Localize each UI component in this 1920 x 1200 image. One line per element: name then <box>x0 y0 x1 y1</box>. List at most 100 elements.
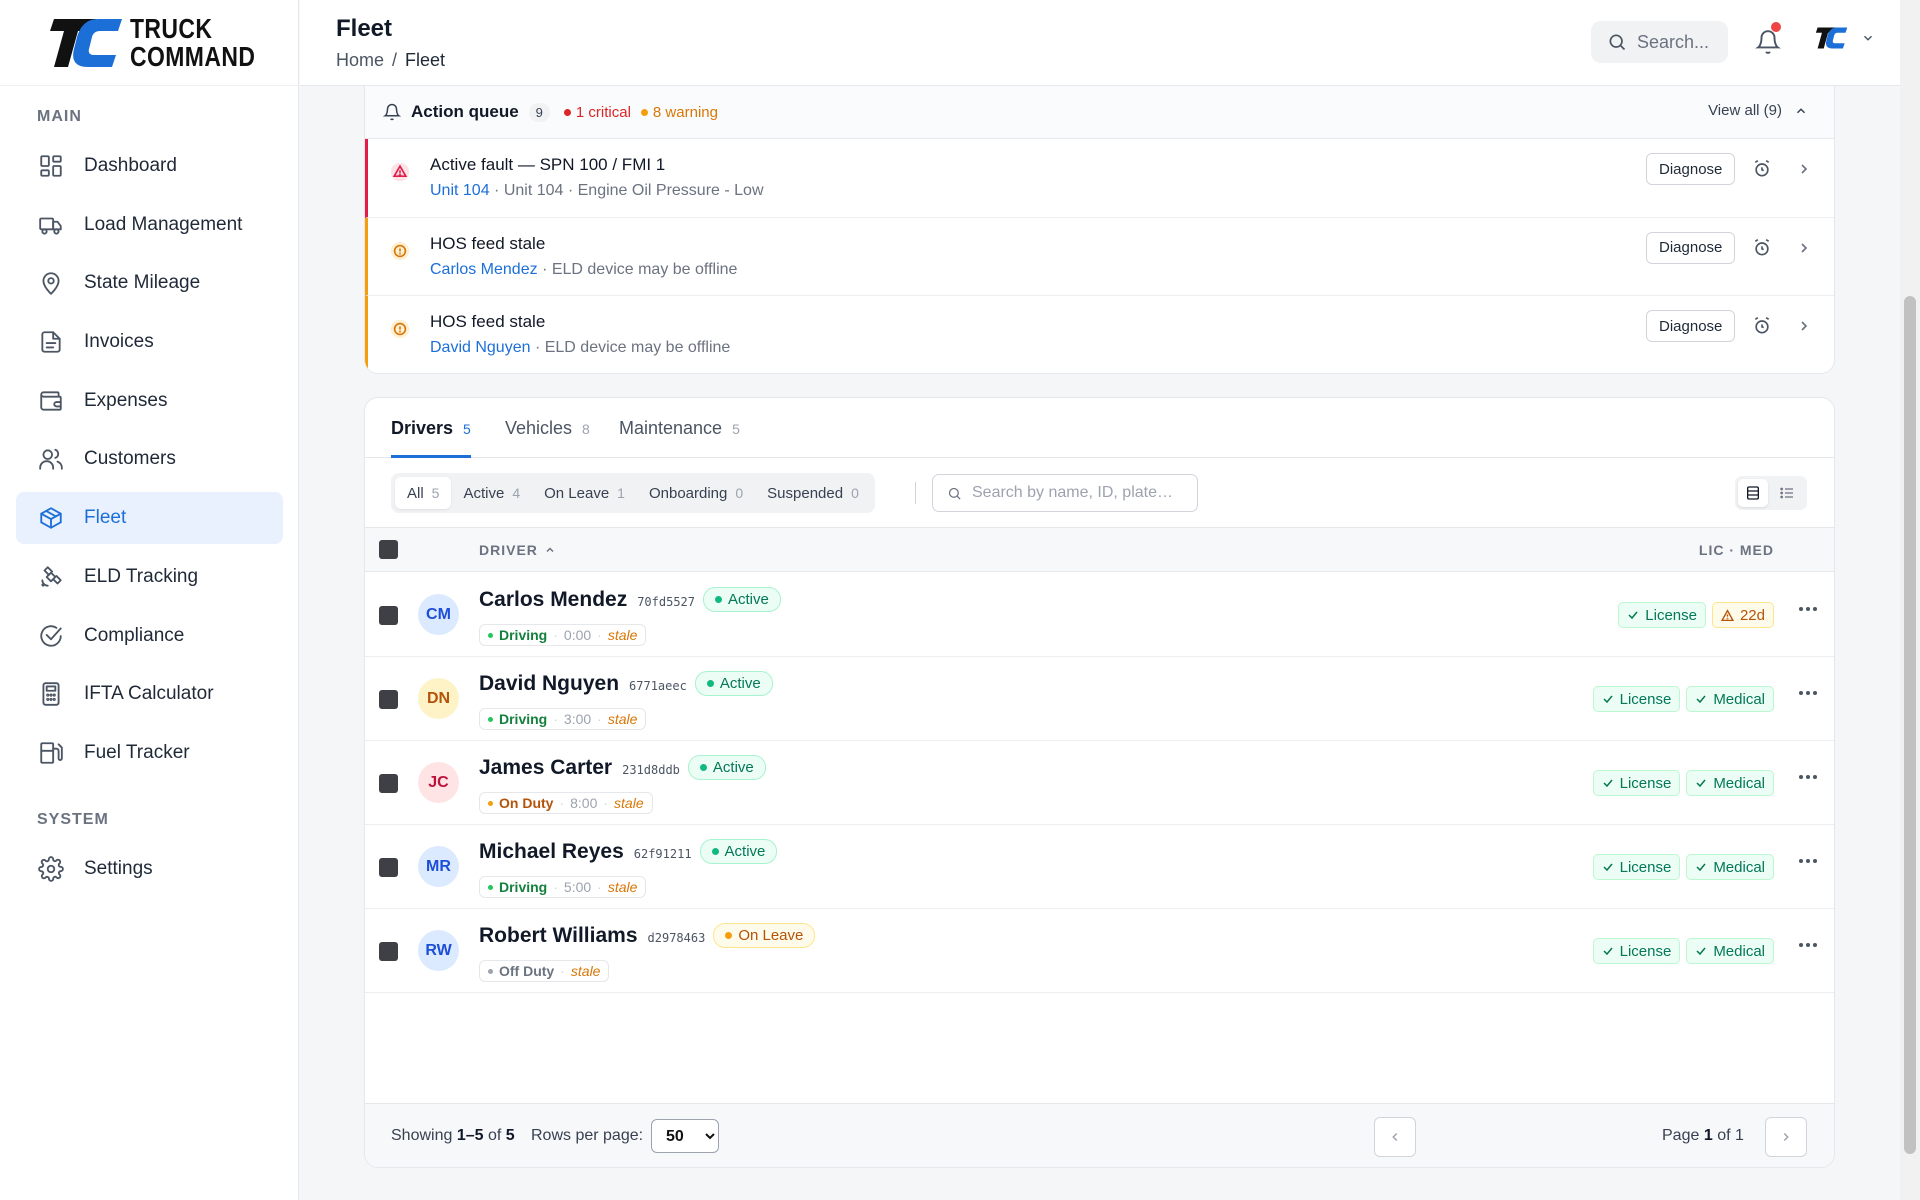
page-scrollbar-thumb[interactable] <box>1904 296 1916 1154</box>
chevron-right-icon <box>1783 1132 1789 1142</box>
sidebar-item-label: Fleet <box>84 507 127 529</box>
check-icon <box>1603 695 1613 704</box>
sidebar-item-ifta-calculator[interactable]: IFTA Calculator <box>16 668 283 720</box>
driver-id: 62f91211 <box>633 847 692 861</box>
sidebar-item-fleet[interactable]: Fleet <box>16 492 283 545</box>
filter-label: On Leave <box>544 484 610 502</box>
action-queue-item[interactable]: Active fault — SPN 100 / FMI 1 Unit 104 … <box>365 139 1834 218</box>
user-menu-button[interactable] <box>1815 24 1875 52</box>
sidebar-item-invoices[interactable]: Invoices <box>16 316 283 368</box>
action-item-link[interactable]: David Nguyen <box>430 339 531 356</box>
check-icon <box>1603 947 1613 956</box>
snooze-alarm-icon[interactable] <box>1752 238 1772 258</box>
status-badge: Active <box>703 587 781 612</box>
check-icon <box>1696 779 1706 788</box>
global-search-button[interactable]: Search... <box>1591 21 1728 63</box>
tab-maintenance[interactable]: Maintenance 5 <box>619 418 740 458</box>
brand-logo[interactable]: TRUCK COMMAND <box>0 0 298 86</box>
driver-name[interactable]: Michael Reyes <box>479 840 624 863</box>
row-checkbox[interactable] <box>379 690 398 709</box>
sidebar-item-state-mileage[interactable]: State Mileage <box>16 257 283 309</box>
map-pin-icon <box>42 272 60 296</box>
action-queue-list: Active fault — SPN 100 / FMI 1 Unit 104 … <box>365 139 1834 373</box>
tab-drivers[interactable]: Drivers 5 <box>391 418 471 458</box>
tab-vehicles[interactable]: Vehicles 8 <box>505 418 590 458</box>
box-icon <box>40 507 62 529</box>
action-item-title: HOS feed stale <box>430 233 546 253</box>
filter-divider <box>915 482 916 504</box>
snooze-alarm-icon[interactable] <box>1752 316 1772 336</box>
previous-page-button[interactable] <box>1374 1117 1416 1157</box>
action-queue-item[interactable]: HOS feed stale David Nguyen · ELD device… <box>365 296 1834 373</box>
alert-circle-icon <box>390 319 410 339</box>
calculator-icon <box>42 682 60 706</box>
chevron-right-icon[interactable] <box>1796 318 1812 334</box>
filter-suspended[interactable]: Suspended 0 <box>755 477 871 509</box>
sidebar-item-customers[interactable]: Customers <box>16 433 283 485</box>
medical-badge: Medical <box>1686 938 1774 964</box>
list-view-button[interactable] <box>1772 479 1802 507</box>
status-badge: Active <box>699 839 778 864</box>
action-item-title: HOS feed stale <box>430 312 546 331</box>
more-options-icon[interactable] <box>1796 853 1820 869</box>
bell-icon <box>383 103 401 121</box>
table-row[interactable]: CM Carlos Mendez 70fd5527 Active Driving ·… <box>365 573 1834 657</box>
badge-label: Medical <box>1713 774 1765 792</box>
row-checkbox[interactable] <box>379 858 398 877</box>
driver-name[interactable]: James Carter <box>479 756 612 779</box>
action-item-link[interactable]: Carlos Mendez <box>430 261 538 278</box>
table-row[interactable]: RW Robert Williams d2978463 On Leave Off D… <box>365 909 1834 993</box>
nav-section-main: MAIN <box>37 108 82 125</box>
row-checkbox[interactable] <box>379 606 398 625</box>
filter-onboarding[interactable]: Onboarding 0 <box>637 477 755 509</box>
view-all-button[interactable]: View all (9) <box>1708 102 1808 119</box>
driver-name[interactable]: Robert Williams <box>479 924 638 947</box>
sidebar-item-dashboard[interactable]: Dashboard <box>16 140 283 192</box>
driver-name[interactable]: Carlos Mendez <box>479 588 627 611</box>
diagnose-button[interactable]: Diagnose <box>1646 153 1736 185</box>
filter-on-leave[interactable]: On Leave 1 <box>532 477 637 509</box>
alert-triangle-icon <box>390 162 410 182</box>
next-page-button[interactable] <box>1765 1117 1807 1157</box>
sidebar-item-expenses[interactable]: Expenses <box>16 375 283 427</box>
table-row[interactable]: MR Michael Reyes 62f91211 Active Driving ·… <box>365 825 1834 909</box>
rows-per-page-select[interactable]: 50 <box>651 1119 719 1153</box>
driver-column-header[interactable]: DRIVER <box>479 542 556 558</box>
sidebar-item-eld-tracking[interactable]: ELD Tracking <box>16 551 283 603</box>
table-row[interactable]: JC James Carter 231d8ddb Active On Duty · 8… <box>365 741 1834 825</box>
avatar: RW <box>418 930 459 971</box>
diagnose-button[interactable]: Diagnose <box>1646 310 1736 342</box>
table-row[interactable]: DN David Nguyen 6771aeec Active Driving · 3… <box>365 657 1834 741</box>
diagnose-button[interactable]: Diagnose <box>1646 231 1736 264</box>
sidebar-item-fuel-tracker[interactable]: Fuel Tracker <box>16 727 283 779</box>
table-search-input[interactable] <box>972 484 1192 502</box>
notifications-button[interactable] <box>1755 22 1781 56</box>
row-checkbox[interactable] <box>379 774 398 793</box>
row-checkbox[interactable] <box>379 942 398 961</box>
action-item-link[interactable]: Unit 104 <box>430 182 490 199</box>
more-options-icon[interactable] <box>1796 769 1820 785</box>
chevron-right-icon[interactable] <box>1796 161 1812 177</box>
more-options-icon[interactable] <box>1796 937 1820 953</box>
driver-name-line: James Carter 231d8ddb Active <box>479 755 766 780</box>
more-options-icon[interactable] <box>1796 685 1820 701</box>
breadcrumb-home[interactable]: Home <box>336 50 384 71</box>
sidebar-item-compliance[interactable]: Compliance <box>16 610 283 662</box>
action-queue-header: Action queue 9 1 critical 8 warning View… <box>365 86 1834 139</box>
table-view-button[interactable] <box>1738 479 1768 507</box>
filter-all[interactable]: All 5 <box>395 477 452 509</box>
tab-count: 8 <box>582 421 590 437</box>
check-icon <box>1696 863 1706 872</box>
action-item-detail: David Nguyen · ELD device may be offline <box>430 339 730 357</box>
view-mode-toggle <box>1735 476 1807 510</box>
chevron-right-icon[interactable] <box>1796 240 1812 256</box>
more-options-icon[interactable] <box>1796 601 1820 617</box>
sidebar-item-load-management[interactable]: Load Management <box>16 199 283 251</box>
hos-status-label: Driving <box>499 711 548 727</box>
filter-active[interactable]: Active 4 <box>451 477 532 509</box>
driver-name[interactable]: David Nguyen <box>479 672 619 695</box>
action-queue-item[interactable]: HOS feed stale Carlos Mendez · ELD devic… <box>365 217 1834 296</box>
select-all-checkbox[interactable] <box>379 540 398 559</box>
sidebar-item-settings[interactable]: Settings <box>16 843 283 895</box>
snooze-alarm-icon[interactable] <box>1752 159 1772 179</box>
